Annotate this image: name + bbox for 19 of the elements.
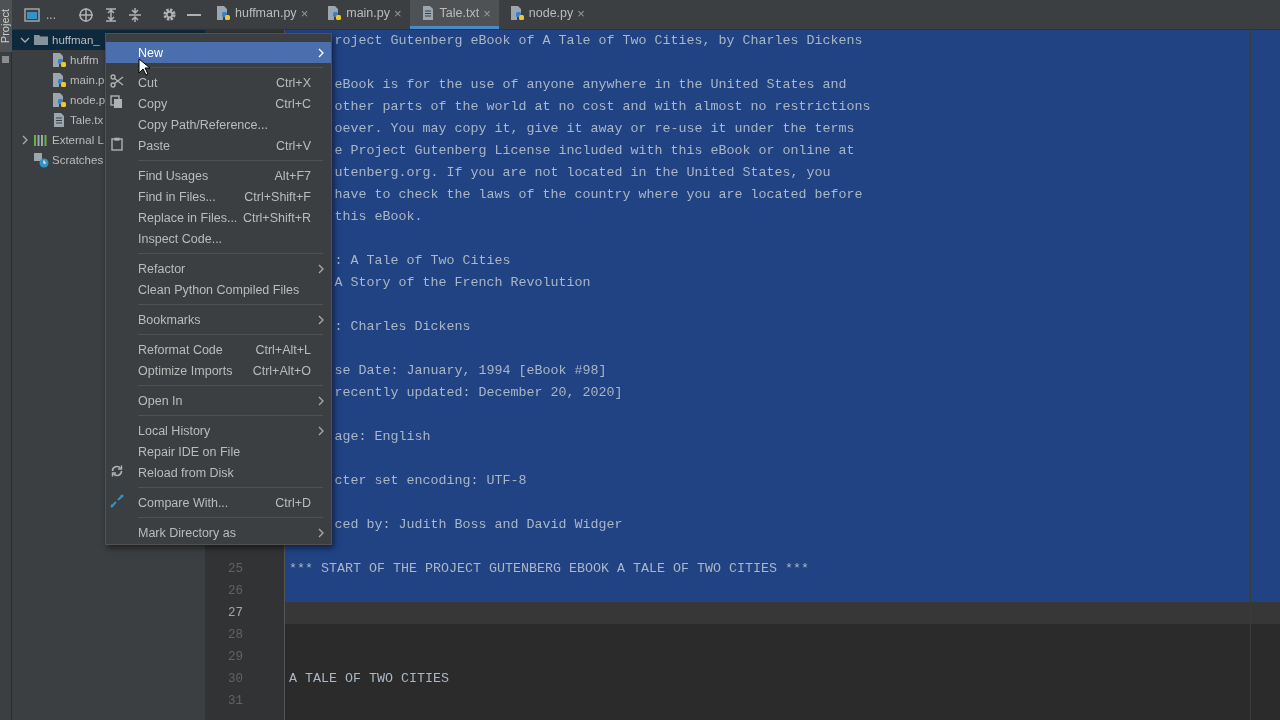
text-line: e Project Gutenberg License included with this eBook or online at <box>334 143 855 158</box>
text-line: A Story of the French Revolution <box>334 275 591 290</box>
text-line: ced by: Judith Boss and David Widger <box>334 517 623 532</box>
text-line: eBook is for the use of anyone anywhere in the United States and <box>334 77 847 92</box>
text-line: oever. You may copy it, give it away or re-use it under the terms <box>334 121 855 136</box>
text-line: utenberg.org. If you are not located in the United States, you <box>334 165 831 180</box>
text-line: this eBook. <box>334 209 423 224</box>
text-line: A TALE OF TWO CITIES <box>289 671 449 686</box>
text-line: roject Gutenberg eBook of A Tale of Two Cities, by Charles Dickens <box>334 33 863 48</box>
text-line: se Date: January, 1994 [eBook #98] <box>334 363 607 378</box>
text-line: : A Tale of Two Cities <box>334 253 511 268</box>
text-line: *** START OF THE PROJECT GUTENBERG EBOOK A TALE OF TWO CITIES *** <box>289 561 809 576</box>
text-line: cter set encoding: UTF-8 <box>334 473 527 488</box>
line-number: 27 <box>228 606 243 620</box>
text-line: other parts of the world at no cost and with almost no restrictions <box>334 99 871 114</box>
text-line: age: English <box>334 429 431 444</box>
text-line: have to check the laws of the country where you are located before <box>334 187 863 202</box>
text-line: : Charles Dickens <box>334 319 471 334</box>
text-line: recently updated: December 20, 2020] <box>334 385 623 400</box>
